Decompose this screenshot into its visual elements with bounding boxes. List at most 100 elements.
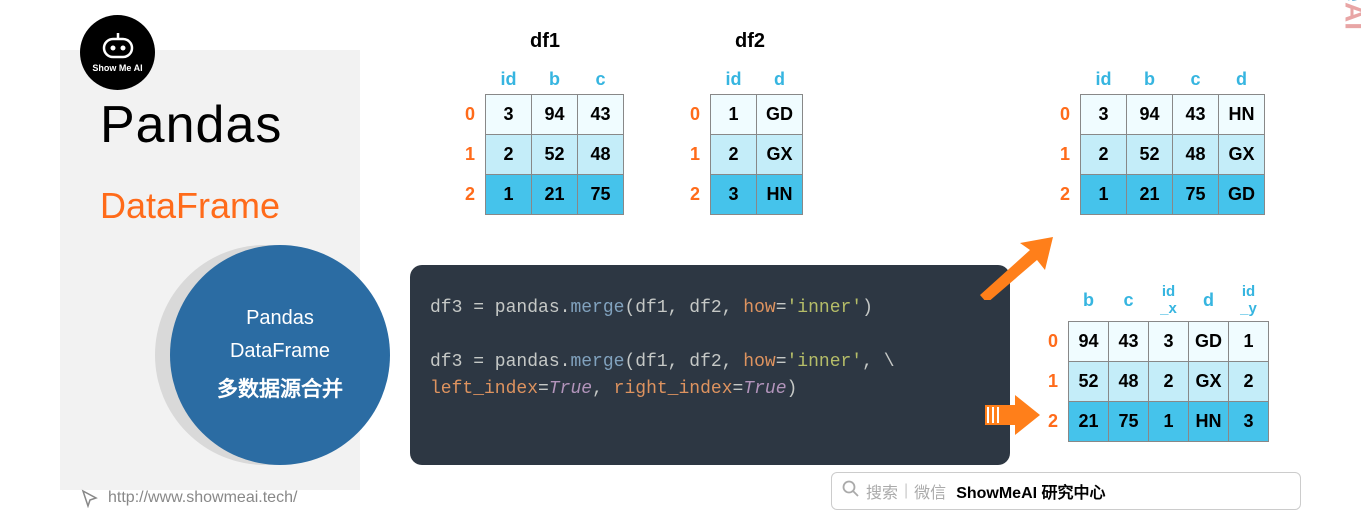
- row-index: 0: [455, 95, 486, 135]
- cell: 21: [532, 175, 578, 215]
- code-line-1: df3 = pandas.merge(df1, df2, how='inner'…: [430, 295, 990, 322]
- cell: 48: [578, 135, 624, 175]
- col-header: c: [1173, 65, 1219, 95]
- code-line-3: left_index=True, right_index=True): [430, 376, 990, 403]
- wechat-label: 微信: [914, 479, 946, 503]
- row-index: 1: [1050, 135, 1081, 175]
- arrow-icon: [975, 235, 1055, 300]
- watermark: ShowMeAI: [1339, 0, 1361, 30]
- cell: 75: [1173, 175, 1219, 215]
- cell: 1: [1081, 175, 1127, 215]
- cell: GD: [1219, 175, 1265, 215]
- cell: 3: [711, 175, 757, 215]
- col-header: c: [578, 65, 624, 95]
- cell: 94: [532, 95, 578, 135]
- row-index: 2: [680, 175, 711, 215]
- cell: 1: [711, 95, 757, 135]
- url-text: http://www.showmeai.tech/: [108, 489, 297, 507]
- cell: 94: [1069, 322, 1109, 362]
- cell: GX: [757, 135, 803, 175]
- circle-line1: Pandas: [246, 307, 314, 330]
- cell: 43: [1109, 322, 1149, 362]
- separator: |: [904, 482, 908, 500]
- title-pandas: Pandas: [100, 95, 282, 155]
- search-icon: [842, 480, 860, 503]
- row-index: 0: [1050, 95, 1081, 135]
- row-index: 1: [1038, 362, 1069, 402]
- code-line-2: df3 = pandas.merge(df1, df2, how='inner'…: [430, 349, 990, 376]
- row-index: 2: [1050, 175, 1081, 215]
- row-index: 2: [1038, 402, 1069, 442]
- col-header: id: [1081, 65, 1127, 95]
- cursor-icon: [80, 488, 100, 508]
- arrow-icon: [985, 395, 1040, 435]
- cell: 3: [1081, 95, 1127, 135]
- col-header: id: [486, 65, 532, 95]
- col-header: b: [1069, 280, 1109, 322]
- df2-table: idd 01GD 12GX 23HN: [680, 65, 803, 215]
- cell: 2: [1081, 135, 1127, 175]
- cell: 52: [1069, 362, 1109, 402]
- col-header: b: [1127, 65, 1173, 95]
- df2-label: df2: [735, 30, 765, 53]
- search-placeholder: 搜索: [866, 479, 898, 503]
- col-header: id_y: [1229, 280, 1269, 322]
- circle-line2: DataFrame: [230, 340, 330, 363]
- col-header: c: [1109, 280, 1149, 322]
- row-index: 2: [455, 175, 486, 215]
- cell: GD: [757, 95, 803, 135]
- cell: 52: [1127, 135, 1173, 175]
- df3a-table: idbcd 039443HN 125248GX 212175GD: [1050, 65, 1265, 215]
- cell: 1: [486, 175, 532, 215]
- cell: 2: [1229, 362, 1269, 402]
- col-header: id_x: [1149, 280, 1189, 322]
- cell: 75: [578, 175, 624, 215]
- robot-icon: [100, 33, 136, 61]
- cell: 52: [532, 135, 578, 175]
- logo-text: Show Me AI: [92, 63, 142, 73]
- cell: 43: [1173, 95, 1219, 135]
- cell: 75: [1109, 402, 1149, 442]
- row-index: 1: [680, 135, 711, 175]
- watermark-part: AI: [1340, 2, 1361, 30]
- search-box[interactable]: 搜索 | 微信 ShowMeAI 研究中心: [831, 472, 1301, 510]
- cell: 2: [1149, 362, 1189, 402]
- arrow-to-df3a: [975, 235, 1055, 300]
- title-dataframe: DataFrame: [100, 185, 280, 227]
- df1-label: df1: [530, 30, 560, 53]
- brand-name: ShowMeAI 研究中心: [956, 479, 1105, 503]
- logo-badge: Show Me AI: [80, 15, 155, 90]
- cell: HN: [757, 175, 803, 215]
- col-header: d: [757, 65, 803, 95]
- cell: GX: [1189, 362, 1229, 402]
- col-header: id: [711, 65, 757, 95]
- cell: 48: [1173, 135, 1219, 175]
- code-block: df3 = pandas.merge(df1, df2, how='inner'…: [410, 265, 1010, 465]
- cell: 3: [1149, 322, 1189, 362]
- col-header: d: [1219, 65, 1265, 95]
- df1-table: idbc 039443 125248 212175: [455, 65, 624, 215]
- col-header: d: [1189, 280, 1229, 322]
- cell: HN: [1219, 95, 1265, 135]
- cell: 3: [486, 95, 532, 135]
- cell: HN: [1189, 402, 1229, 442]
- cell: 21: [1127, 175, 1173, 215]
- url-link[interactable]: http://www.showmeai.tech/: [80, 488, 297, 508]
- row-index: 0: [1038, 322, 1069, 362]
- col-header: b: [532, 65, 578, 95]
- row-index: 1: [455, 135, 486, 175]
- cell: 3: [1229, 402, 1269, 442]
- cell: 2: [486, 135, 532, 175]
- cell: 94: [1127, 95, 1173, 135]
- cell: 2: [711, 135, 757, 175]
- cell: GX: [1219, 135, 1265, 175]
- row-index: 0: [680, 95, 711, 135]
- circle-line3: 多数据源合并: [217, 373, 343, 403]
- cell: GD: [1189, 322, 1229, 362]
- df3b-table: bcid_xdid_y 094433GD1 152482GX2 221751HN…: [1038, 280, 1269, 442]
- cell: 21: [1069, 402, 1109, 442]
- cell: 1: [1229, 322, 1269, 362]
- arrow-to-df3b: [985, 395, 1040, 435]
- topic-circle: Pandas DataFrame 多数据源合并: [170, 245, 390, 465]
- cell: 48: [1109, 362, 1149, 402]
